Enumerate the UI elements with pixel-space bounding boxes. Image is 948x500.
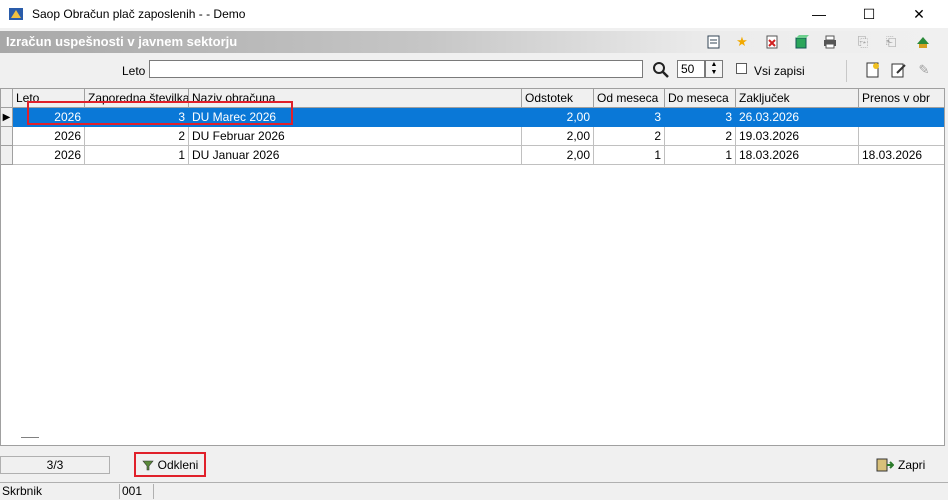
- column-header-zakljucek[interactable]: Zaključek: [736, 89, 859, 108]
- cell-od-meseca[interactable]: 1: [594, 146, 665, 165]
- paste-icon[interactable]: ⎗: [882, 33, 900, 51]
- section-header: Izračun uspešnosti v javnem sektorju ★ ⎘…: [0, 31, 948, 53]
- row-indicator: [1, 127, 13, 146]
- app-icon: [9, 8, 23, 20]
- status-code: 001: [120, 484, 154, 499]
- cell-do-meseca[interactable]: 2: [665, 127, 736, 146]
- odkleni-button[interactable]: Odkleni: [134, 452, 206, 477]
- odkleni-label: Odkleni: [157, 457, 199, 472]
- highlight-annotation: [27, 101, 293, 125]
- cell-zaporedna-stevilka[interactable]: 1: [85, 146, 189, 165]
- status-user: Skrbnik: [0, 484, 120, 499]
- filter-row: Leto 50 ▲ ▼ Vsi zapisi ✎: [0, 56, 948, 86]
- cell-prenos-v-obr[interactable]: [859, 108, 944, 127]
- table-row[interactable]: 2026 2 DU Februar 2026 2,00 2 2 19.03.20…: [1, 127, 944, 146]
- cell-naziv-obracuna[interactable]: DU Januar 2026: [189, 146, 522, 165]
- zapri-button[interactable]: Zapri: [876, 454, 936, 476]
- row-pointer-icon: ▶: [1, 108, 13, 127]
- cell-do-meseca[interactable]: 1: [665, 146, 736, 165]
- title-bar: Saop Obračun plač zaposlenih - - Demo — …: [0, 0, 948, 28]
- new-record-icon[interactable]: [864, 61, 882, 79]
- cell-od-meseca[interactable]: 3: [594, 108, 665, 127]
- column-header-od-meseca[interactable]: Od meseca: [594, 89, 665, 108]
- column-header-prenos-v-obr[interactable]: Prenos v obr: [859, 89, 944, 108]
- cell-zakljucek[interactable]: 19.03.2026: [736, 127, 859, 146]
- print-icon[interactable]: [821, 33, 839, 51]
- cell-prenos-v-obr[interactable]: 18.03.2026: [859, 146, 944, 165]
- cell-prenos-v-obr[interactable]: [859, 127, 944, 146]
- bottom-bar: 3/3 Odkleni Zapri: [0, 450, 948, 480]
- grid-footer-handle[interactable]: [21, 437, 39, 438]
- star-icon[interactable]: ★: [733, 33, 751, 51]
- edit-record-icon[interactable]: [890, 61, 908, 79]
- record-count: 3/3: [0, 456, 110, 474]
- cell-leto[interactable]: 2026: [13, 127, 85, 146]
- record-limit-input[interactable]: 50: [677, 60, 705, 78]
- column-header-do-meseca[interactable]: Do meseca: [665, 89, 736, 108]
- zapri-label: Zapri: [898, 458, 926, 472]
- toolbar-separator: [846, 60, 847, 82]
- vsi-zapisi-checkbox[interactable]: [736, 63, 747, 74]
- delete-record-icon[interactable]: ✎: [915, 61, 933, 79]
- cell-leto[interactable]: 2026: [13, 146, 85, 165]
- leto-input[interactable]: [149, 60, 643, 78]
- close-book-icon: [876, 458, 894, 472]
- cell-zaporedna-stevilka[interactable]: 2: [85, 127, 189, 146]
- row-indicator-header: [1, 89, 13, 108]
- report-icon[interactable]: [705, 33, 723, 51]
- cell-zakljucek[interactable]: 26.03.2026: [736, 108, 859, 127]
- window-title: Saop Obračun plač zaposlenih - - Demo: [32, 7, 246, 21]
- vsi-zapisi-label: Vsi zapisi: [754, 64, 805, 78]
- copy-icon[interactable]: ⎘: [854, 33, 872, 51]
- cell-odstotek[interactable]: 2,00: [522, 127, 594, 146]
- box-icon[interactable]: [792, 33, 810, 51]
- cell-do-meseca[interactable]: 3: [665, 108, 736, 127]
- status-bar: Skrbnik 001: [0, 482, 948, 500]
- data-grid: Leto Zaporedna številka Naziv obračuna O…: [0, 88, 945, 446]
- cell-odstotek[interactable]: 2,00: [522, 146, 594, 165]
- cell-odstotek[interactable]: 2,00: [522, 108, 594, 127]
- unlock-icon: [142, 460, 154, 470]
- delete-icon[interactable]: [763, 33, 781, 51]
- row-indicator: [1, 146, 13, 165]
- page-title: Izračun uspešnosti v javnem sektorju: [6, 34, 238, 49]
- maximize-button[interactable]: ☐: [846, 0, 892, 28]
- record-limit-spinner[interactable]: ▲ ▼: [705, 60, 723, 78]
- cell-naziv-obracuna[interactable]: DU Februar 2026: [189, 127, 522, 146]
- table-row[interactable]: 2026 1 DU Januar 2026 2,00 1 1 18.03.202…: [1, 146, 944, 165]
- search-icon[interactable]: [652, 61, 670, 79]
- cell-od-meseca[interactable]: 2: [594, 127, 665, 146]
- minimize-button[interactable]: —: [796, 0, 842, 28]
- exit-icon[interactable]: [914, 33, 932, 51]
- column-header-odstotek[interactable]: Odstotek: [522, 89, 594, 108]
- close-button[interactable]: ✕: [896, 0, 942, 28]
- cell-zakljucek[interactable]: 18.03.2026: [736, 146, 859, 165]
- leto-label: Leto: [122, 64, 146, 78]
